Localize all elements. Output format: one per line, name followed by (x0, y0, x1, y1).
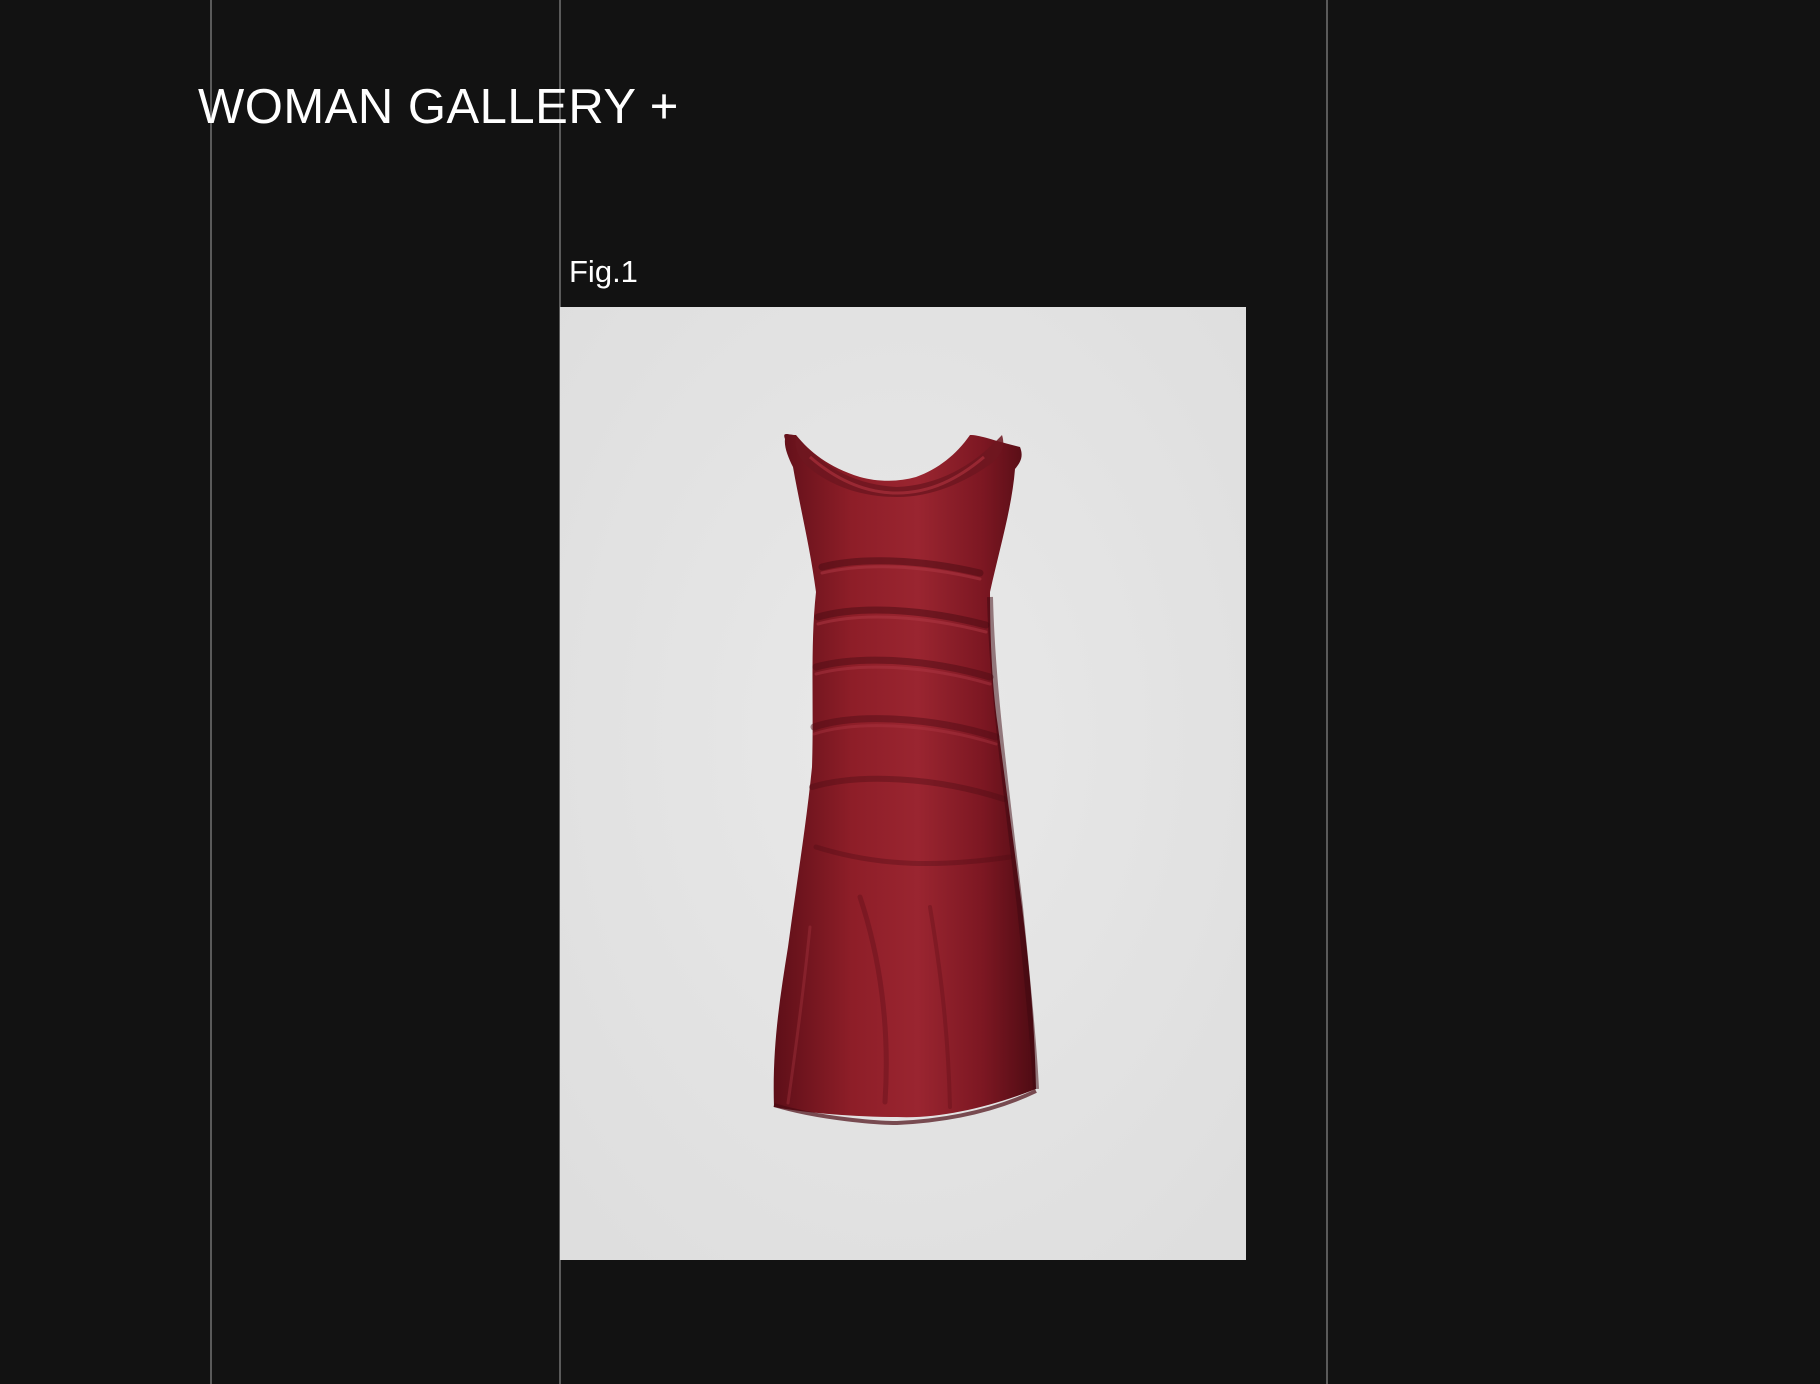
dress-image (560, 307, 1246, 1260)
grid-line-left (210, 0, 212, 1384)
figure-label: Fig.1 (569, 254, 638, 289)
gallery-page: WOMAN GALLERY + Fig.1 (0, 0, 1820, 1384)
product-figure[interactable] (560, 307, 1246, 1260)
gallery-title[interactable]: WOMAN GALLERY + (198, 74, 679, 140)
grid-line-right (1326, 0, 1328, 1384)
